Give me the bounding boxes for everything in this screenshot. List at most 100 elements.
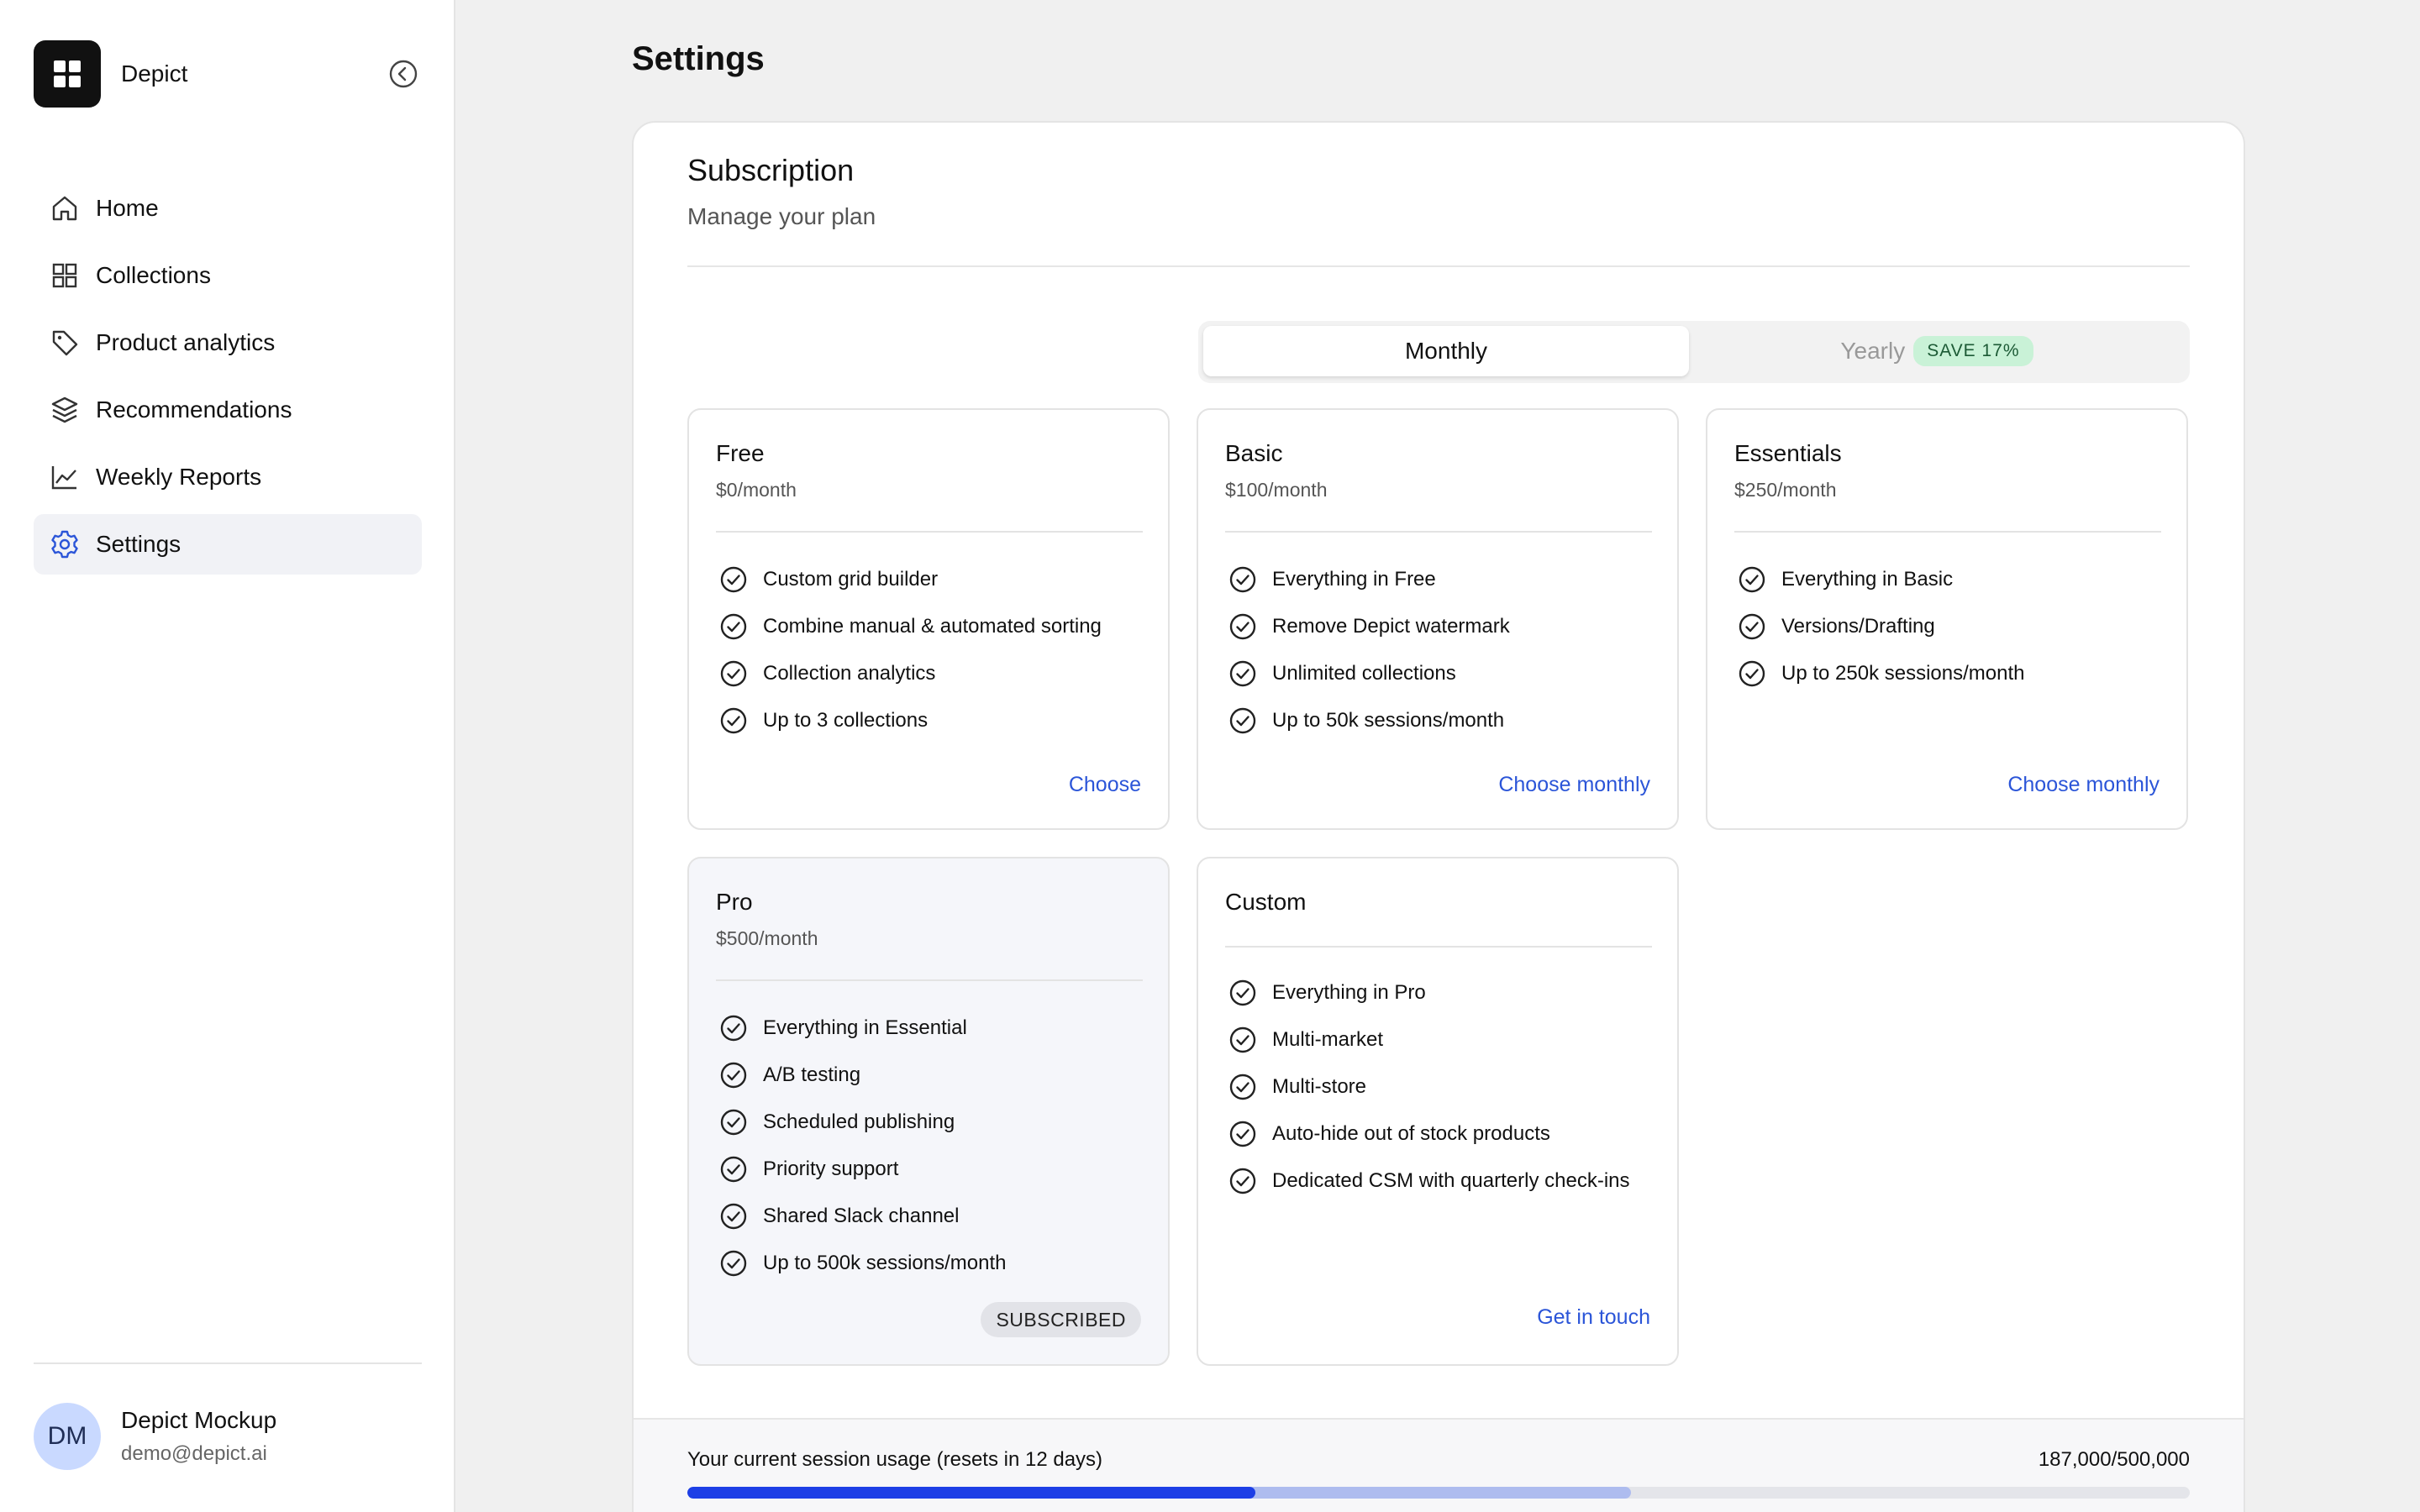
feature-item: Up to 50k sessions/month [1228,697,1657,744]
save-badge: SAVE 17% [1913,336,2033,366]
feature-list: Everything in Basic Versions/Drafting Up… [1738,556,2166,697]
plan-name: Essentials [1734,440,1842,466]
feature-item: Everything in Essential [719,1005,1148,1052]
feature-text: Versions/Drafting [1781,615,1935,638]
check-circle-icon [719,565,748,594]
feature-text: Remove Depict watermark [1272,615,1510,638]
billing-period-toggle: Monthly Yearly SAVE 17% [1198,321,2190,383]
feature-item: Auto-hide out of stock products [1228,1110,1657,1158]
plan-name: Basic [1225,440,1283,466]
choose-free-button[interactable]: Choose [1069,773,1141,797]
feature-text: Everything in Essential [763,1016,967,1039]
usage-progress-bar [687,1487,2190,1499]
feature-item: Priority support [719,1146,1148,1193]
plan-card-pro: Pro $500/month Everything in Essential A… [687,857,1170,1366]
feature-item: Everything in Pro [1228,969,1657,1016]
avatar: DM [34,1403,101,1470]
feature-text: Up to 3 collections [763,709,929,732]
depict-logo-icon[interactable] [34,40,101,108]
feature-item: Dedicated CSM with quarterly check-ins [1228,1158,1657,1205]
feature-item: Collection analytics [719,650,1148,697]
check-circle-icon [719,1155,748,1184]
subscription-title: Subscription [687,153,855,187]
sidebar-item-weekly-reports[interactable]: Weekly Reports [34,447,422,507]
feature-list: Custom grid builder Combine manual & aut… [719,556,1148,744]
sidebar-item-recommendations[interactable]: Recommendations [34,380,422,440]
sidebar-item-label: Settings [96,531,182,557]
billing-monthly-option[interactable]: Monthly [1203,326,1689,376]
check-circle-icon [719,1108,748,1137]
choose-essentials-monthly-button[interactable]: Choose monthly [2007,773,2160,797]
feature-item: Up to 3 collections [719,697,1148,744]
plan-price: $100/month [1225,479,1328,501]
check-circle-icon [719,1202,748,1231]
feature-item: Multi-market [1228,1016,1657,1063]
check-circle-icon [1228,706,1257,735]
check-circle-icon [1738,565,1766,594]
feature-text: Multi-market [1272,1028,1384,1051]
check-circle-icon [1738,612,1766,641]
check-circle-icon [1228,565,1257,594]
check-circle-icon [719,1014,748,1042]
divider [687,265,2190,267]
subscription-description: Manage your plan [687,203,876,229]
feature-item: Versions/Drafting [1738,603,2166,650]
choose-basic-monthly-button[interactable]: Choose monthly [1498,773,1650,797]
collapse-sidebar-button[interactable] [387,57,420,91]
billing-yearly-option[interactable]: Yearly SAVE 17% [1694,326,2180,376]
usage-progress-fill [687,1487,1255,1499]
feature-text: Everything in Basic [1781,568,1954,591]
check-circle-icon [719,1061,748,1089]
feature-item: Custom grid builder [719,556,1148,603]
sidebar-item-label: Product analytics [96,329,276,355]
sidebar-item-home[interactable]: Home [34,178,422,239]
get-in-touch-button[interactable]: Get in touch [1537,1305,1650,1330]
check-circle-icon [1228,1026,1257,1054]
check-circle-icon [1228,612,1257,641]
plan-name: Pro [716,889,753,915]
sidebar-item-product-analytics[interactable]: Product analytics [34,312,422,373]
feature-item: Remove Depict watermark [1228,603,1657,650]
feature-item: Up to 500k sessions/month [719,1240,1148,1287]
feature-text: Dedicated CSM with quarterly check-ins [1272,1169,1630,1192]
sidebar-item-label: Recommendations [96,396,292,423]
check-circle-icon [1228,1120,1257,1148]
layers-icon [49,394,81,426]
plan-divider [716,979,1143,981]
feature-item: Shared Slack channel [719,1193,1148,1240]
feature-item: Scheduled publishing [719,1099,1148,1146]
plan-card-essentials: Essentials $250/month Everything in Basi… [1706,408,2188,830]
subscribed-badge: SUBSCRIBED [981,1302,1141,1337]
sidebar-item-label: Weekly Reports [96,464,262,490]
check-circle-icon [1228,659,1257,688]
check-circle-icon [719,1249,748,1278]
feature-item: Everything in Basic [1738,556,2166,603]
check-circle-icon [719,612,748,641]
plan-name: Custom [1225,889,1307,915]
page-title: Settings [632,40,765,77]
feature-item: Everything in Free [1228,556,1657,603]
plan-divider [1225,531,1652,533]
feature-item: Multi-store [1228,1063,1657,1110]
feature-item: Up to 250k sessions/month [1738,650,2166,697]
feature-text: Auto-hide out of stock products [1272,1122,1550,1145]
tag-icon [49,327,81,359]
user-profile[interactable]: DM Depict Mockup demo@depict.ai [34,1403,276,1470]
plan-divider [1225,946,1652,948]
line-chart-icon [49,461,81,493]
feature-text: Up to 500k sessions/month [763,1252,1007,1274]
sidebar-item-collections[interactable]: Collections [34,245,422,306]
home-icon [49,192,81,224]
feature-text: Up to 250k sessions/month [1781,662,2025,685]
feature-item: A/B testing [719,1052,1148,1099]
plan-price: $500/month [716,927,818,949]
feature-text: Everything in Pro [1272,981,1426,1004]
check-circle-icon [719,706,748,735]
sidebar-divider [34,1362,422,1364]
gear-icon [49,528,81,560]
sidebar-nav: Home Collections Product analytics Recom… [34,178,422,581]
check-circle-icon [1228,1073,1257,1101]
sidebar-item-settings[interactable]: Settings [34,514,422,575]
plan-card-basic: Basic $100/month Everything in Free Remo… [1197,408,1679,830]
check-circle-icon [1228,1167,1257,1195]
